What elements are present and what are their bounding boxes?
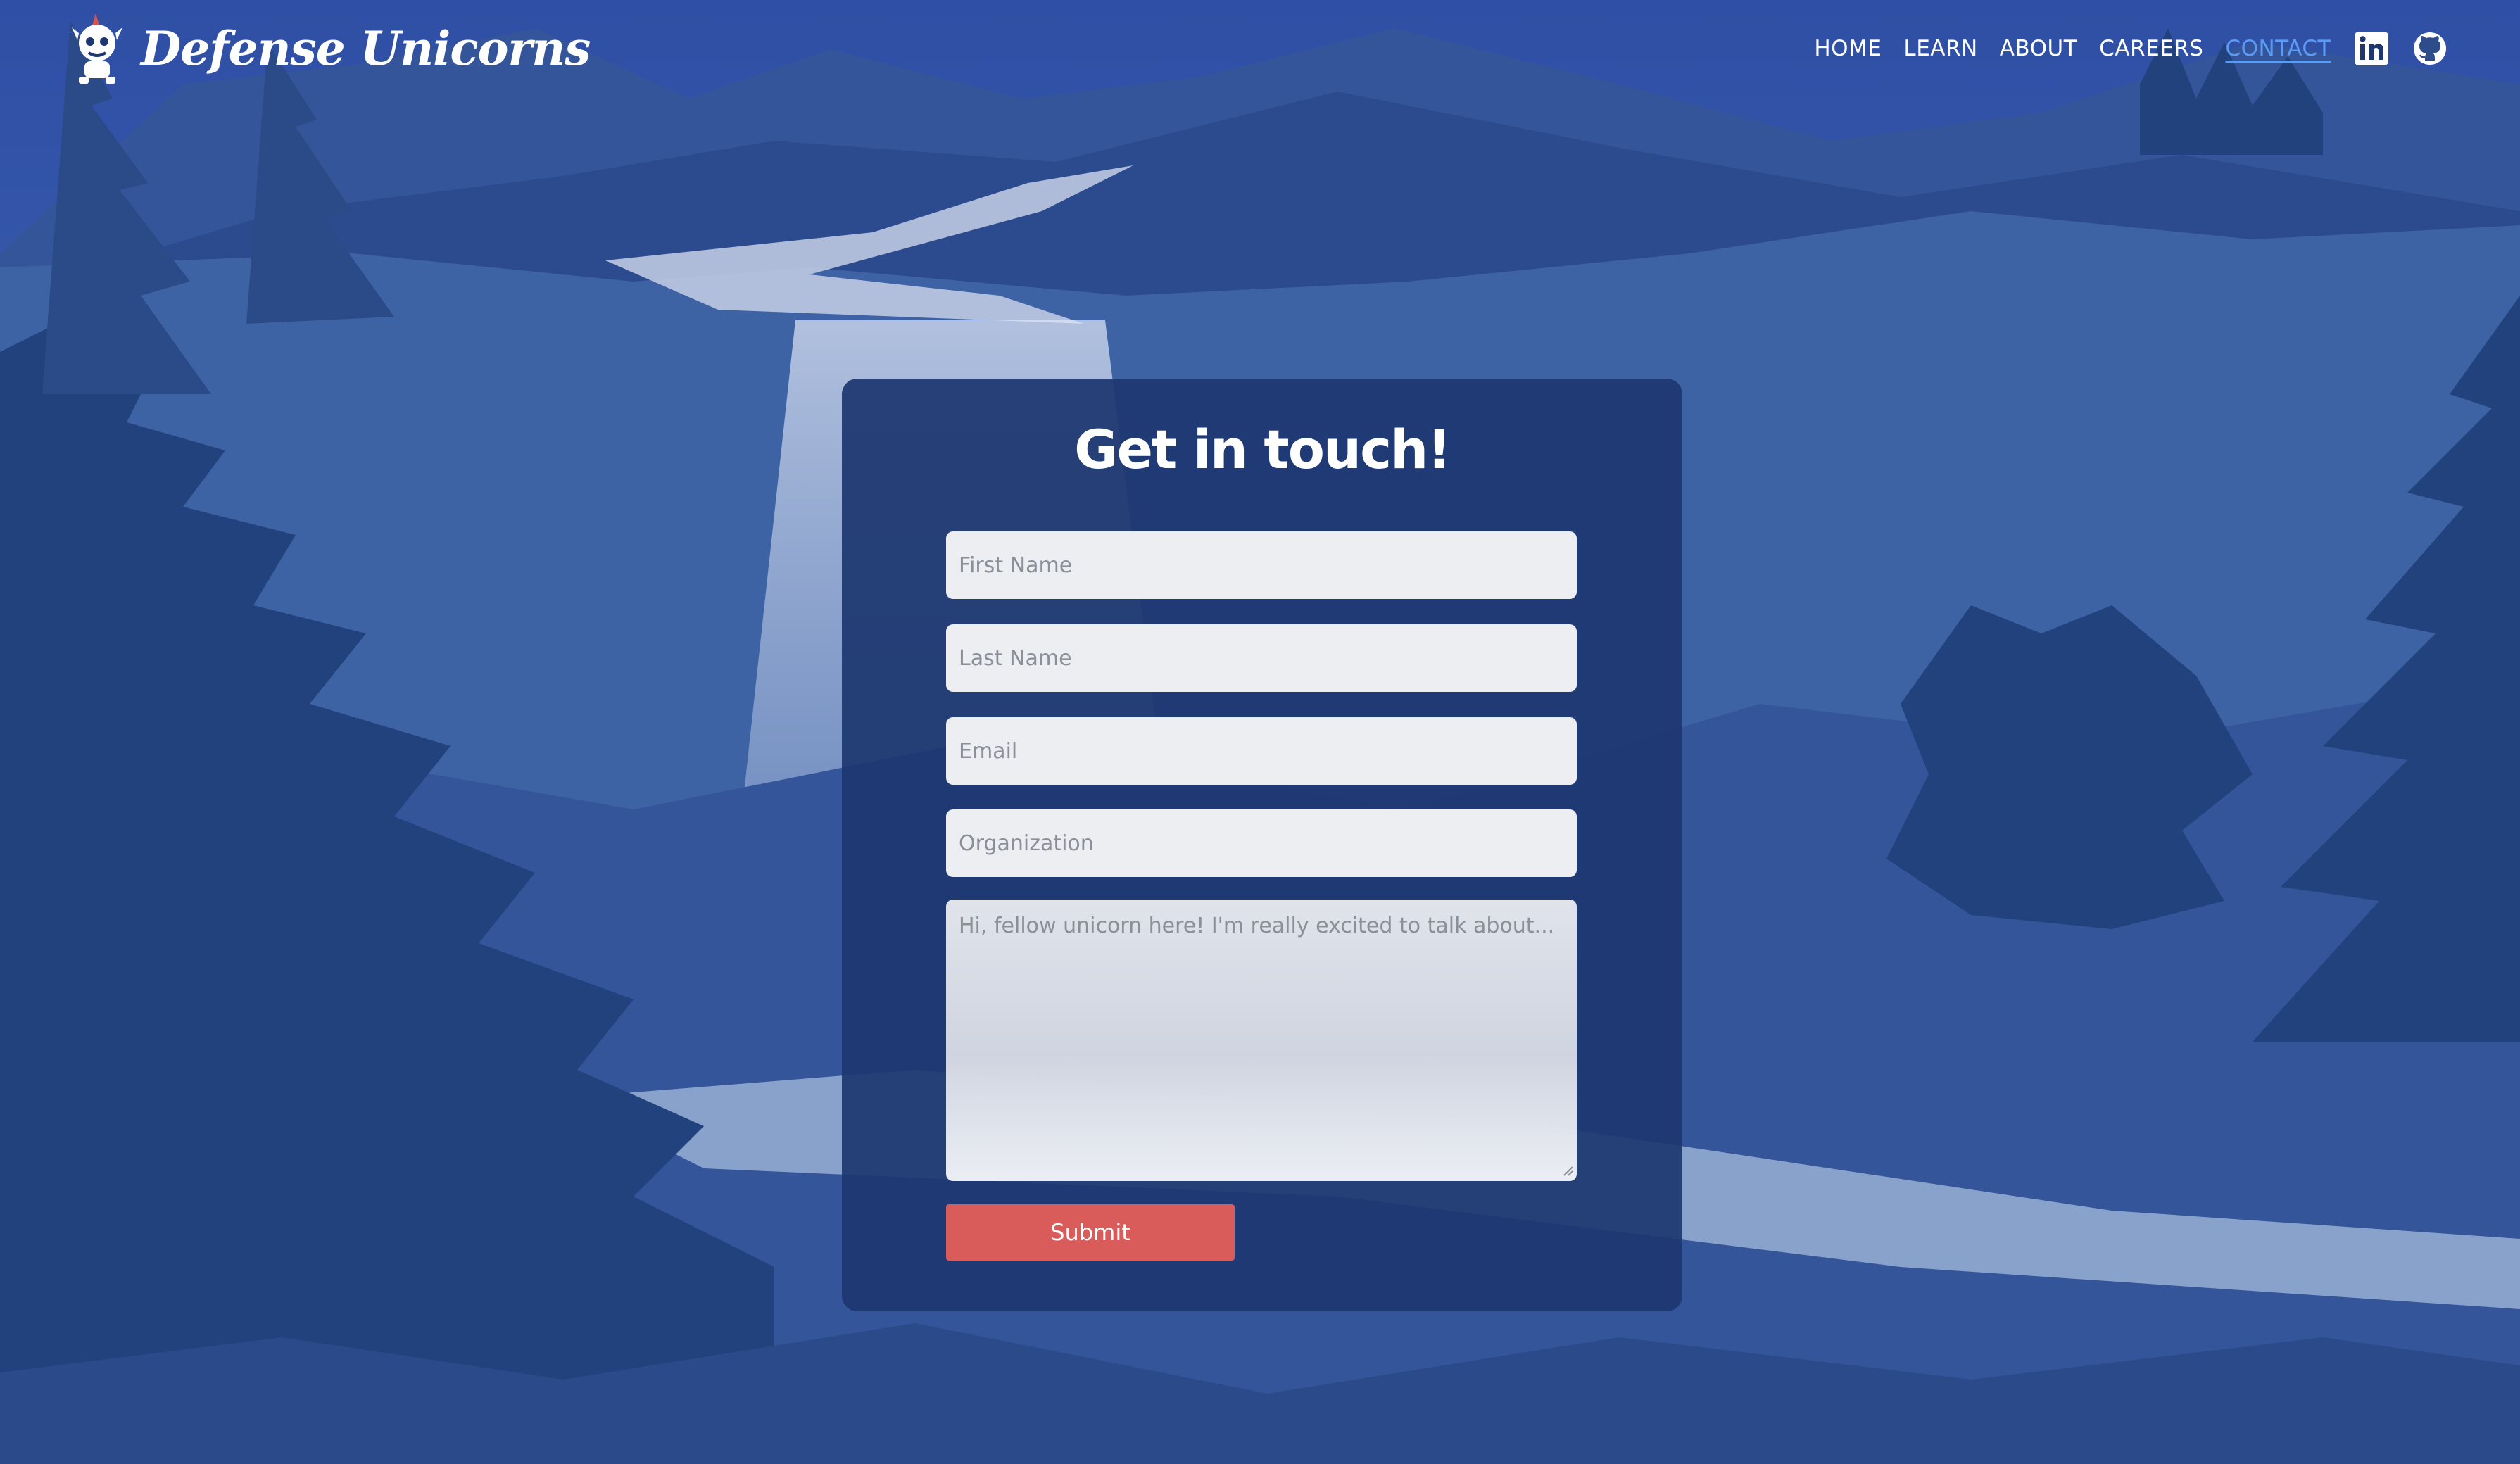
github-link[interactable] [2412,30,2448,67]
github-icon [2414,32,2446,65]
message-textarea[interactable] [946,900,1577,1181]
main-nav: HOME LEARN ABOUT CAREERS CONTACT [1814,24,2448,73]
unicorn-mascot-icon [72,13,122,84]
organization-input[interactable] [946,809,1577,877]
last-name-input[interactable] [946,624,1577,692]
nav-link-about[interactable]: ABOUT [2000,36,2077,61]
site-header: Defense Unicorns HOME LEARN ABOUT CAREER… [0,0,2520,106]
nav-link-careers[interactable]: CAREERS [2099,36,2203,61]
linkedin-icon [2355,32,2388,65]
brand-name: Defense Unicorns [141,21,591,76]
resize-handle-icon[interactable] [1561,1164,1574,1177]
first-name-input[interactable] [946,531,1577,599]
submit-button[interactable]: Submit [946,1204,1235,1261]
contact-form-card: Get in touch! Submit [842,379,1682,1311]
brand-home-link[interactable]: Defense Unicorns [68,10,591,87]
linkedin-link[interactable] [2353,30,2390,67]
nav-link-learn[interactable]: LEARN [1903,36,1977,61]
email-input[interactable] [946,717,1577,785]
nav-link-contact[interactable]: CONTACT [2225,36,2331,61]
form-title: Get in touch! [1074,418,1451,481]
nav-link-home[interactable]: HOME [1814,36,1882,61]
